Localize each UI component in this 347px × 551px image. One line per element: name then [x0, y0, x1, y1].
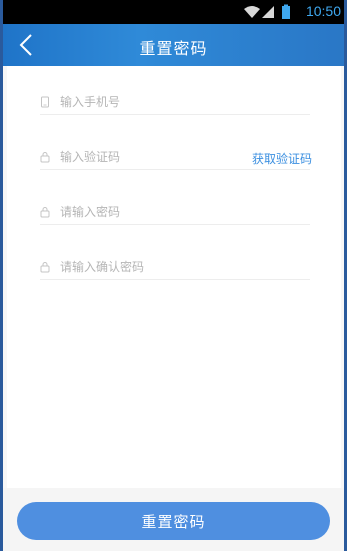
app-header: 重置密码 — [3, 24, 344, 66]
status-bar: 10:50 — [3, 0, 344, 24]
battery-icon — [282, 4, 290, 19]
status-time: 10:50 — [305, 3, 341, 19]
password-row — [40, 202, 310, 225]
wifi-icon — [244, 6, 260, 18]
reset-password-form: 获取验证码 — [7, 66, 341, 488]
phone-icon — [41, 96, 49, 108]
confirm-password-input[interactable] — [60, 257, 230, 277]
bottom-bar: 重置密码 — [3, 488, 344, 551]
reset-password-button[interactable]: 重置密码 — [17, 502, 330, 540]
lock-icon — [40, 152, 50, 163]
phone-row — [40, 92, 310, 115]
lock-icon — [40, 262, 50, 273]
confirm-password-row — [40, 257, 310, 280]
code-row: 获取验证码 — [40, 147, 312, 170]
verification-code-input[interactable] — [60, 147, 230, 167]
lock-icon — [40, 207, 50, 218]
signal-icon — [262, 6, 274, 18]
status-icons — [244, 4, 290, 19]
phone-input[interactable] — [60, 92, 230, 112]
phone-screen: 10:50 重置密码 获取验证码 — [3, 0, 344, 551]
page-title: 重置密码 — [139, 39, 208, 58]
password-input[interactable] — [60, 202, 230, 222]
get-code-button[interactable]: 获取验证码 — [252, 150, 312, 167]
